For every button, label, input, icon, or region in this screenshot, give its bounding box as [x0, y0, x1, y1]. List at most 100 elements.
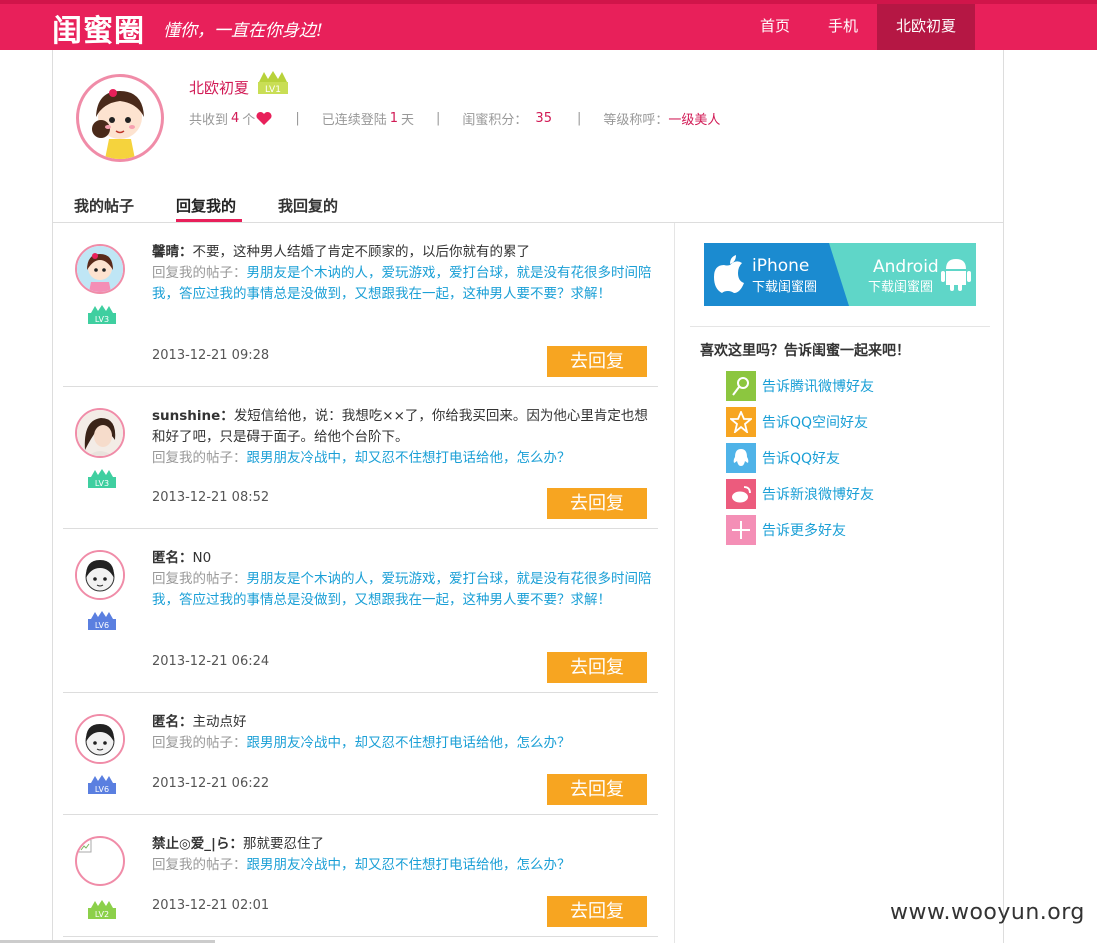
original-post-link[interactable]: 跟男朋友冷战中，却又忍不住想打电话给他，怎么办？ — [247, 735, 571, 751]
profile-avatar[interactable] — [76, 74, 164, 162]
share-sina-weibo[interactable]: 告诉新浪微博好友 — [726, 479, 874, 509]
anonymous-avatar-icon — [77, 716, 123, 762]
go-reply-button[interactable]: 去回复 — [547, 488, 647, 519]
share-more[interactable]: 告诉更多好友 — [726, 515, 846, 545]
reply-author[interactable]: sunshine： — [152, 408, 234, 424]
profile-name[interactable]: 北欧初夏 — [189, 77, 249, 98]
reply-time: 2013-12-21 02:01 — [152, 898, 270, 913]
go-reply-button[interactable]: 去回复 — [547, 346, 647, 377]
original-post-link[interactable]: 跟男朋友冷战中，却又忍不住想打电话给他，怎么办？ — [247, 450, 571, 466]
reply-item: LV6 匿名：N0 回复我的帖子：男朋友是个木讷的人，爱玩游戏，爱打台球，就是没… — [63, 529, 658, 693]
android-download-button[interactable]: Android 下载闺蜜圈 — [829, 243, 976, 306]
apple-icon — [714, 255, 744, 293]
tab-bar: 我的帖子 回复我的 我回复的 — [52, 182, 1004, 223]
user-avatar-icon — [77, 246, 123, 292]
reply-time: 2013-12-21 08:52 — [152, 490, 270, 505]
heart-icon — [256, 111, 272, 125]
reply-time: 2013-12-21 09:28 — [152, 348, 270, 363]
reply-level: LV3 — [95, 479, 109, 488]
reply-item: LV2 禁止◎爱_|ら：那就要忍住了 回复我的帖子：跟男朋友冷战中，却又忍不住想… — [63, 815, 658, 937]
received-unit: 个 — [242, 113, 256, 128]
reply-item: LV3 sunshine：发短信给他，说：我想吃××了，你给我买回来。因为他心里… — [63, 387, 658, 529]
profile-level: LV1 — [265, 85, 281, 95]
nav-home[interactable]: 首页 — [741, 4, 809, 50]
plus-icon — [726, 515, 756, 545]
level-badge-icon: LV6 — [88, 775, 116, 794]
share-tencent-weibo[interactable]: 告诉腾讯微博好友 — [726, 371, 874, 401]
iphone-subtitle: 下载闺蜜圈 — [752, 280, 818, 295]
login-days: 1 — [389, 111, 398, 126]
points-label: 闺蜜积分： — [462, 113, 528, 128]
level-badge-icon: LV3 — [88, 469, 116, 488]
top-bar: 闺蜜圈 懂你，一直在你身边! 首页 手机 北欧初夏 — [0, 0, 1097, 50]
anonymous-avatar-icon — [77, 552, 123, 598]
go-reply-button[interactable]: 去回复 — [547, 896, 647, 927]
reply-item: LV3 馨晴：不要，这种男人结婚了肯定不顾家的，以后你就有的累了 回复我的帖子：… — [63, 223, 658, 387]
reply-avatar[interactable] — [75, 550, 125, 600]
level-badge-icon: LV2 — [88, 900, 116, 919]
title-value: 一级美人 — [668, 113, 721, 128]
reply-origin: 回复我的帖子：跟男朋友冷战中，却又忍不住想打电话给他，怎么办？ — [152, 855, 652, 876]
user-avatar-icon — [77, 410, 123, 456]
reply-avatar[interactable] — [75, 836, 125, 886]
reply-origin: 回复我的帖子：男朋友是个木讷的人，爱玩游戏，爱打台球，就是没有花很多时间陪我，答… — [152, 263, 652, 305]
tab-my-replies[interactable]: 我回复的 — [278, 195, 338, 216]
share-label: 告诉新浪微博好友 — [762, 487, 874, 503]
tab-replies-to-me[interactable]: 回复我的 — [176, 195, 236, 216]
reply-author[interactable]: 馨晴： — [152, 244, 193, 260]
reply-level: LV6 — [95, 785, 109, 794]
share-qq[interactable]: 告诉QQ好友 — [726, 443, 840, 473]
share-qzone[interactable]: 告诉QQ空间好友 — [726, 407, 868, 437]
reply-origin: 回复我的帖子：跟男朋友冷战中，却又忍不住想打电话给他，怎么办？ — [152, 733, 652, 754]
stats-separator: | — [436, 111, 441, 126]
reply-avatar[interactable] — [75, 714, 125, 764]
profile-stats: 共收到 4 个 | 已连续登陆 1 天 | 闺蜜积分： 35 | 等级称呼： 一… — [189, 109, 720, 128]
reply-body: 匿名：主动点好 — [152, 712, 652, 733]
reply-origin-label: 回复我的帖子： — [152, 571, 247, 587]
go-reply-button[interactable]: 去回复 — [547, 774, 647, 805]
share-label: 告诉QQ空间好友 — [762, 415, 869, 431]
watermark: www.wooyun.org — [890, 900, 1085, 925]
main-nav: 首页 手机 北欧初夏 — [741, 4, 976, 50]
reply-origin-label: 回复我的帖子： — [152, 265, 247, 281]
reply-origin: 回复我的帖子：跟男朋友冷战中，却又忍不住想打电话给他，怎么办？ — [152, 448, 652, 469]
column-divider — [674, 223, 675, 943]
nav-mobile[interactable]: 手机 — [809, 4, 877, 50]
stats-separator: | — [576, 111, 582, 126]
reply-body: 馨晴：不要，这种男人结婚了肯定不顾家的，以后你就有的累了 — [152, 242, 652, 263]
banner-slant — [829, 243, 849, 306]
nav-user[interactable]: 北欧初夏 — [877, 4, 976, 50]
girl-avatar-icon — [92, 89, 144, 159]
reply-avatar[interactable] — [75, 244, 125, 294]
reply-text: 主动点好 — [192, 714, 247, 730]
go-reply-button[interactable]: 去回复 — [547, 652, 647, 683]
android-icon — [941, 259, 971, 291]
site-logo[interactable]: 闺蜜圈 懂你，一直在你身边! — [52, 10, 323, 49]
reply-body: 匿名：N0 — [152, 548, 652, 569]
reply-author[interactable]: 匿名： — [152, 550, 193, 566]
share-label: 告诉更多好友 — [762, 523, 846, 539]
level-badge-icon: LV6 — [88, 611, 116, 630]
qq-icon — [726, 443, 756, 473]
reply-level: LV2 — [95, 910, 109, 919]
stats-separator: | — [295, 111, 300, 126]
level-crown-icon: LV1 — [258, 71, 288, 95]
reply-text: N0 — [192, 550, 212, 566]
site-slogan: 懂你，一直在你身边! — [163, 20, 323, 41]
reply-level: LV6 — [95, 621, 109, 630]
app-download-banner: iPhone 下载闺蜜圈 Android 下载闺蜜圈 — [704, 243, 976, 306]
received-count: 4 — [231, 111, 240, 126]
reply-avatar[interactable] — [75, 408, 125, 458]
reply-body: sunshine：发短信给他，说：我想吃××了，你给我买回来。因为他心里肯定也想… — [152, 406, 652, 448]
reply-author[interactable]: 匿名： — [152, 714, 193, 730]
received-label: 共收到 — [189, 113, 229, 128]
iphone-download-button[interactable]: iPhone 下载闺蜜圈 — [704, 243, 849, 306]
points-value: 35 — [535, 111, 552, 126]
reply-origin-label: 回复我的帖子： — [152, 450, 247, 466]
share-label: 告诉QQ好友 — [762, 451, 841, 467]
reply-author[interactable]: 禁止◎爱_|ら： — [152, 836, 243, 852]
reply-time: 2013-12-21 06:22 — [152, 776, 270, 791]
original-post-link[interactable]: 跟男朋友冷战中，却又忍不住想打电话给他，怎么办？ — [247, 857, 571, 873]
login-label: 已连续登陆 — [321, 113, 387, 128]
tab-my-posts[interactable]: 我的帖子 — [74, 195, 134, 216]
